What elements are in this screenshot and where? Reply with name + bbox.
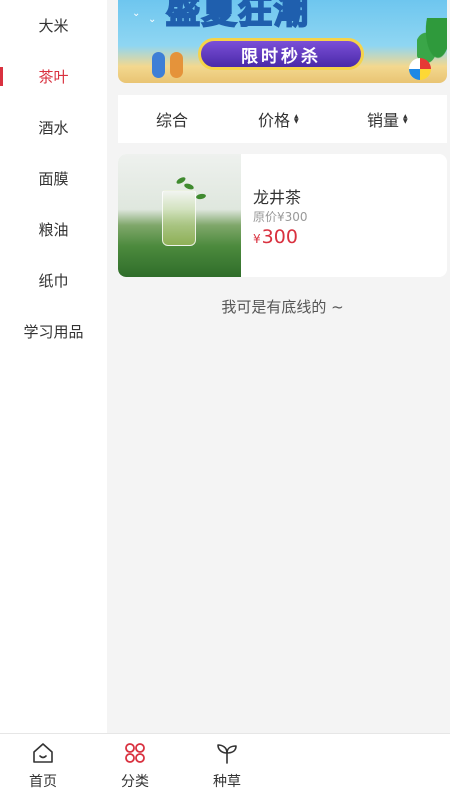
category-icon [125, 743, 145, 763]
sidebar-item-drinks[interactable]: 酒水 [0, 102, 107, 153]
bird-decoration: ⌄ [132, 8, 141, 19]
banner-title: 盛夏狂潮 [165, 0, 310, 33]
sidebar-item-tea[interactable]: 茶叶 [0, 51, 107, 102]
flipflop-decoration [152, 52, 165, 78]
sidebar-item-stationery[interactable]: 学习用品 [0, 306, 107, 357]
price-value: 300 [261, 226, 298, 248]
product-price: ¥ 300 [253, 226, 298, 248]
tab-category[interactable]: 分类 [105, 734, 165, 800]
sidebar-item-label: 纸巾 [38, 272, 69, 290]
price-currency: ¥ [253, 232, 261, 246]
sort-tab-label: 价格 [258, 111, 291, 130]
product-original-price: 原价¥300 [253, 210, 308, 224]
sort-tab-label: 销量 [367, 111, 400, 130]
home-icon [33, 743, 53, 763]
banner-subtitle: 限时秒杀 [198, 38, 364, 70]
sidebar-item-label: 学习用品 [23, 323, 84, 341]
sidebar-item-rice[interactable]: 大米 [0, 0, 107, 51]
tab-label: 分类 [121, 774, 149, 790]
sidebar-item-label: 面膜 [38, 170, 69, 188]
beach-ball-decoration [409, 58, 431, 80]
tab-label: 首页 [29, 774, 57, 790]
sort-tab-sales[interactable]: 销量 ▲ ▼ [367, 95, 408, 143]
tab-home[interactable]: 首页 [13, 734, 73, 800]
sort-arrows-icon: ▲ ▼ [294, 113, 299, 125]
sort-tab-price[interactable]: 价格 ▲ ▼ [258, 95, 299, 143]
tea-glass-illustration [162, 190, 196, 246]
sprout-icon [217, 744, 237, 764]
sort-tab-overall[interactable]: 综合 [156, 95, 188, 143]
sidebar-item-face-mask[interactable]: 面膜 [0, 153, 107, 204]
category-sidebar: 大米 茶叶 酒水 面膜 粮油 纸巾 学习用品 [0, 0, 107, 733]
sidebar-item-grain-oil[interactable]: 粮油 [0, 204, 107, 255]
sidebar-item-label: 茶叶 [38, 68, 69, 86]
active-indicator [0, 67, 3, 86]
product-name: 龙井茶 [253, 188, 302, 207]
sort-tab-label: 综合 [156, 111, 189, 130]
product-card[interactable]: 龙井茶 原价¥300 ¥ 300 [118, 154, 447, 277]
promo-banner[interactable]: ⌄ ⌄ 盛夏狂潮 限时秒杀 [118, 0, 447, 83]
tea-leaf-decoration [195, 193, 207, 200]
tab-recommend[interactable]: 种草 [197, 734, 257, 800]
product-image [118, 154, 241, 277]
bird-decoration: ⌄ [148, 14, 157, 25]
sort-bar: 综合 价格 ▲ ▼ 销量 ▲ ▼ [118, 95, 447, 143]
flipflop-decoration [170, 52, 183, 78]
end-of-list-note: 我可是有底线的 ~ [221, 298, 344, 316]
bottom-tab-bar: 首页 分类 种草 [0, 733, 450, 800]
sidebar-item-label: 大米 [38, 17, 69, 35]
sort-arrows-icon: ▲ ▼ [403, 113, 408, 125]
tab-label: 种草 [213, 774, 241, 790]
sidebar-item-label: 酒水 [38, 119, 69, 137]
sidebar-item-tissue[interactable]: 纸巾 [0, 255, 107, 306]
sidebar-item-label: 粮油 [38, 221, 69, 239]
